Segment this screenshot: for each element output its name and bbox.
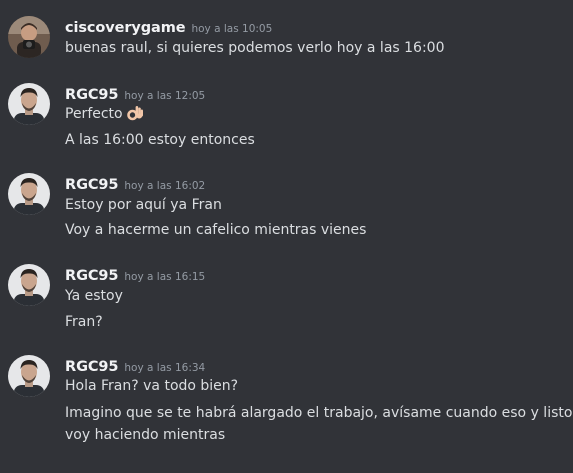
ciscoverygame-avatar-icon: [8, 16, 50, 58]
user-avatar[interactable]: [8, 83, 50, 125]
user-avatar[interactable]: [8, 264, 50, 306]
rgc95-avatar-icon: [8, 173, 50, 215]
username[interactable]: ciscoverygame: [65, 20, 186, 36]
username[interactable]: RGC95: [65, 87, 118, 103]
user-avatar[interactable]: [8, 355, 50, 397]
message-text-content: Perfecto: [65, 106, 123, 122]
ok-hand-emoji-icon: [126, 104, 144, 129]
message-timestamp[interactable]: hoy a las 16:34: [124, 362, 205, 374]
message-timestamp[interactable]: hoy a las 16:15: [124, 271, 205, 283]
rgc95-avatar-icon: [8, 355, 50, 397]
message-text: Perfecto: [65, 104, 144, 129]
message-text: voy haciendo mientras: [65, 427, 226, 443]
message-text: Hola Fran? va todo bien?: [65, 378, 239, 394]
username[interactable]: RGC95: [65, 177, 118, 193]
message-timestamp[interactable]: hoy a las 16:02: [124, 180, 205, 192]
message-text: Estoy por aquí ya Fran: [65, 197, 222, 213]
username[interactable]: RGC95: [65, 268, 118, 284]
message-text: Fran?: [65, 314, 103, 330]
user-avatar[interactable]: [8, 173, 50, 215]
message-text: Imagino que se te habrá alargado el trab…: [65, 405, 573, 421]
username[interactable]: RGC95: [65, 359, 118, 375]
rgc95-avatar-icon: [8, 264, 50, 306]
user-avatar[interactable]: [8, 16, 50, 58]
rgc95-avatar-icon: [8, 83, 50, 125]
message-timestamp[interactable]: hoy a las 12:05: [124, 90, 205, 102]
message-timestamp[interactable]: hoy a las 10:05: [191, 23, 272, 35]
message-text: buenas raul, si quieres podemos verlo ho…: [65, 40, 445, 56]
message-text: Ya estoy: [65, 288, 123, 304]
message-text: Voy a hacerme un cafelico mientras viene…: [65, 222, 367, 238]
message-text: A las 16:00 estoy entonces: [65, 132, 255, 148]
